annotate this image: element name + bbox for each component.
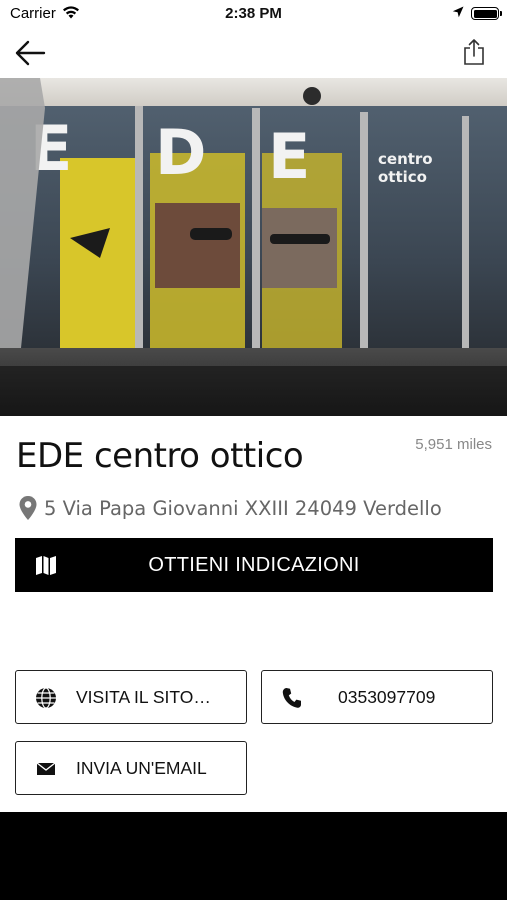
phone-number-label: 0353097709 <box>338 687 436 707</box>
location-arrow-icon <box>452 6 464 18</box>
sign-text-ottico: ottico <box>378 168 427 186</box>
visit-website-button[interactable]: VISITA IL SITO… <box>15 670 247 724</box>
envelope-icon <box>34 757 58 781</box>
visit-website-label: VISITA IL SITO… <box>76 687 211 707</box>
address-text: 5 Via Papa Giovanni XXIII 24049 Verdello <box>44 496 442 520</box>
back-button[interactable] <box>10 36 50 70</box>
store-address: 5 Via Papa Giovanni XXIII 24049 Verdello <box>18 494 442 522</box>
directions-button[interactable]: OTTIENI INDICAZIONI <box>15 538 493 592</box>
store-detail-screen: Carrier 2:38 PM E D E centro ottico 5,95… <box>0 0 507 812</box>
map-pin-icon <box>19 496 37 520</box>
phone-icon <box>280 686 304 710</box>
nav-bar <box>0 28 507 78</box>
distance-label: 5,951 miles <box>415 436 492 453</box>
globe-icon <box>34 686 58 710</box>
status-time: 2:38 PM <box>225 5 282 22</box>
storefront-image: E D E centro ottico <box>0 78 507 416</box>
send-email-button[interactable]: INVIA UN'EMAIL <box>15 741 247 795</box>
share-icon <box>464 39 484 65</box>
store-name: EDE centro ottico <box>16 436 304 476</box>
store-photo: E D E centro ottico <box>0 78 507 416</box>
directions-label: OTTIENI INDICAZIONI <box>148 553 360 576</box>
call-phone-button[interactable]: 0353097709 <box>261 670 493 724</box>
send-email-label: INVIA UN'EMAIL <box>76 758 207 778</box>
sign-letter-e2: E <box>268 120 310 193</box>
sign-letter-d: D <box>155 116 206 189</box>
map-icon <box>36 556 56 575</box>
battery-icon <box>471 7 502 20</box>
arrow-left-icon <box>15 40 46 66</box>
share-button[interactable] <box>456 34 492 70</box>
status-bar: Carrier 2:38 PM <box>0 0 507 28</box>
sign-text-centro: centro <box>378 150 433 168</box>
